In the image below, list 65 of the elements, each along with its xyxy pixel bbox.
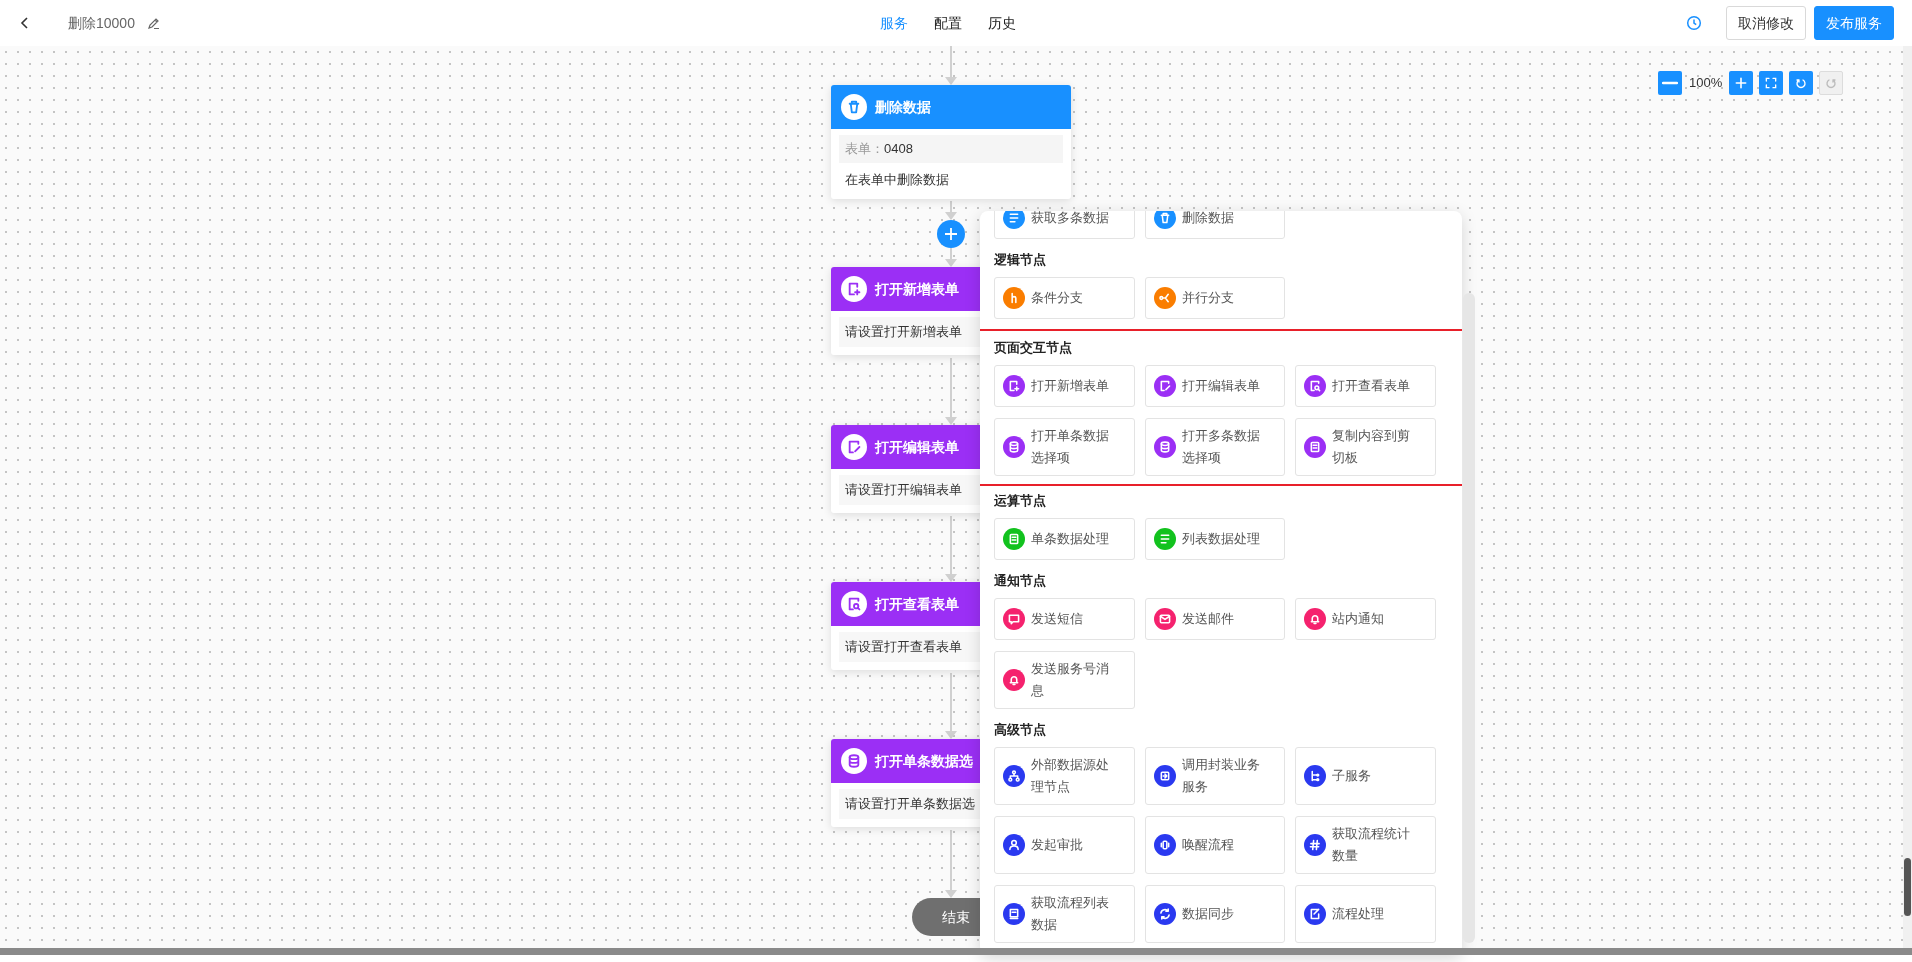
node-type-item[interactable]: 站内通知 [1295,598,1436,640]
node-type-item[interactable]: 发送短信 [994,598,1135,640]
node-type-item[interactable]: 打开查看表单 [1295,365,1436,407]
node-type-item[interactable]: 复制内容到剪切板 [1295,418,1436,476]
node-title: 打开编辑表单 [875,437,959,457]
cancel-button[interactable]: 取消修改 [1726,6,1806,40]
node-title: 删除数据 [875,97,931,117]
node-type-item[interactable]: 数据同步 [1144,885,1286,943]
field-value: 0408 [884,140,913,159]
node-title: 打开单条数据选 [875,751,973,771]
database-icon [841,748,867,774]
scrollbar-thumb[interactable] [1463,293,1475,943]
zoom-in-button[interactable] [1729,71,1754,95]
node-type-item[interactable]: 打开编辑表单 [1144,365,1286,407]
connector-arrow [945,247,957,267]
form-magnifier-icon [841,591,867,617]
zoom-level: 100% [1688,74,1724,93]
node-type-item[interactable]: 并行分支 [1144,277,1286,319]
node-type-item[interactable]: 发送服务号消息 [994,651,1135,709]
scrollbar[interactable] [1903,46,1912,948]
scrollbar-thumb[interactable] [1904,858,1911,916]
zoom-out-button[interactable] [1658,71,1682,95]
form-plus-icon [841,276,867,302]
node-type-item[interactable]: 发起审批 [994,816,1135,874]
node-title: 打开查看表单 [875,594,959,614]
section-title: 逻辑节点 [994,250,1047,269]
node-type-item[interactable]: 列表数据处理 [1144,518,1286,560]
tab[interactable]: 历史 [988,12,1016,34]
connector-arrow [945,200,957,220]
field-label: 表单： [845,140,884,159]
trash-icon [841,94,867,120]
node-type-item[interactable]: 删除数据 [1144,211,1286,239]
pencil-icon[interactable] [146,16,161,30]
fit-screen-button[interactable] [1759,71,1784,95]
connector-arrow [945,46,957,85]
node-type-item[interactable]: 打开单条数据选择项 [994,418,1135,476]
node-description: 在表单中删除数据 [844,171,950,190]
service-title: 删除10000 [68,13,135,33]
add-node-button[interactable] [937,220,965,248]
connector-arrow [945,515,957,582]
node-type-item[interactable]: 条件分支 [994,277,1135,319]
node-card[interactable]: 删除数据 表单：0408 在表单中删除数据 [831,85,1071,199]
form-pencil-icon [841,434,867,460]
node-type-item[interactable]: 获取多条数据 [994,211,1135,239]
zoom-out-icon [1662,81,1678,85]
node-type-item[interactable]: 流程处理 [1295,885,1436,943]
node-type-item[interactable]: 调用封装业务服务 [1144,747,1286,805]
tab[interactable]: 配置 [934,12,962,34]
node-type-item[interactable]: 子服务 [1295,747,1436,805]
node-type-item[interactable]: 获取流程列表数据 [994,885,1135,943]
connector-arrow [945,357,957,425]
node-type-item[interactable]: 打开新增表单 [994,365,1135,407]
node-type-item[interactable]: 获取流程统计数量 [1295,816,1436,874]
node-type-item[interactable]: 唤醒流程 [1144,816,1286,874]
node-type-item[interactable]: 打开多条数据选择项 [1144,418,1286,476]
section-title: 高级节点 [994,720,1047,739]
clock-icon[interactable] [1686,15,1702,31]
undo-button[interactable] [1789,71,1814,95]
connector-arrow [945,672,957,739]
scrollbar[interactable] [0,948,1912,955]
node-type-item[interactable]: 单条数据处理 [994,518,1135,560]
plus-icon [944,227,958,241]
node-type-item[interactable]: 发送邮件 [1144,598,1286,640]
node-title: 打开新增表单 [875,279,959,299]
connector-arrow [945,829,957,898]
